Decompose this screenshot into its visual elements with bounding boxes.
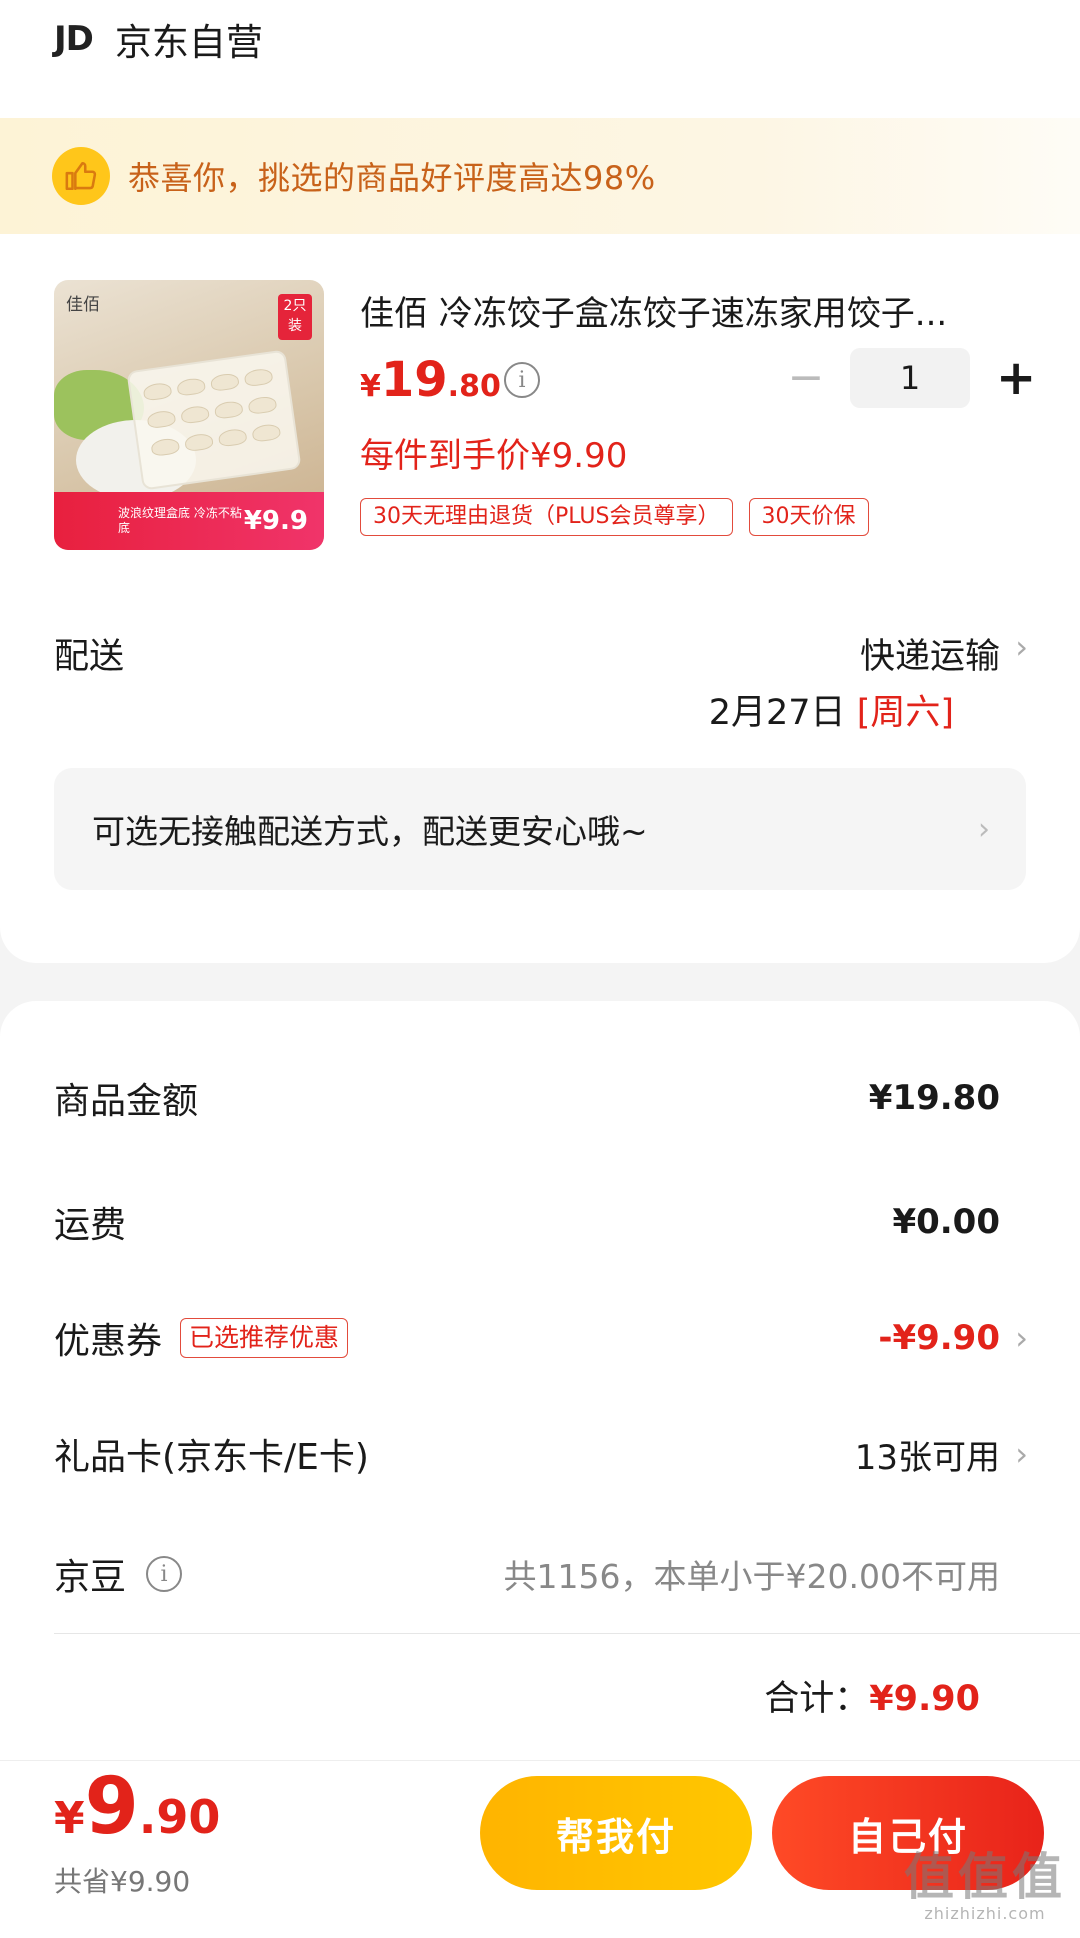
shipping-fee-label: 运费 — [54, 1205, 127, 1246]
checkout-price-symbol: ¥ — [54, 1793, 85, 1844]
jd-bean-info-icon[interactable]: i — [146, 1556, 183, 1592]
product-image-brand: 佳佰 — [66, 295, 100, 315]
delivery-date-text: 2月27日 — [708, 693, 846, 733]
checkout-price-decimal: .90 — [138, 1790, 221, 1844]
site-watermark: 值值值 zhizhizhi.com — [904, 1850, 1066, 1923]
rating-banner-text: 恭喜你，挑选的商品好评度高达98% — [128, 159, 656, 197]
goods-amount-value: ¥19.80 — [868, 1078, 1000, 1118]
order-item-card: JD 京东自营 恭喜你，挑选的商品好评度高达98% 佳佰 2只装 波浪纹理盒底 … — [0, 0, 1080, 963]
quantity-plus-button[interactable]: + — [996, 354, 1036, 402]
coupon-chevron-icon: › — [1015, 1319, 1028, 1357]
product-price: ¥ 19 .80 — [360, 352, 501, 408]
jd-bean-label-wrap: 京豆 i — [54, 1548, 183, 1600]
delivery-method[interactable]: 快递运输 — [860, 628, 1000, 679]
contactless-delivery-text: 可选无接触配送方式，配送更安心哦~ — [92, 812, 648, 851]
delivery-date[interactable]: 2月27日 [周六] — [709, 684, 954, 735]
shipping-fee-value: ¥0.00 — [892, 1202, 1000, 1242]
delivery-weekday: [周六] — [856, 693, 954, 733]
product-image-promo-price: ¥9.9 — [243, 506, 308, 536]
watermark-logo: 值值值 — [904, 1848, 1066, 1906]
watermark-url: zhizhizhi.com — [924, 1904, 1046, 1923]
product-image[interactable]: 佳佰 2只装 波浪纹理盒底 冷冻不粘底 ¥9.9 — [54, 280, 324, 550]
service-tag-price-protect: 30天价保 — [748, 498, 869, 536]
price-integer: 19 — [380, 352, 448, 408]
delivery-chevron-icon[interactable]: › — [1015, 628, 1028, 666]
thumbs-up-icon — [52, 147, 110, 205]
total-label: 合计： — [764, 1679, 870, 1719]
goods-amount-label: 商品金额 — [54, 1081, 199, 1122]
contactless-chevron-icon: › — [978, 811, 990, 847]
jd-logo: JD — [54, 19, 94, 59]
checkout-price: ¥ 9 .90 — [54, 1762, 220, 1852]
product-title[interactable]: 佳佰 冷冻饺子盒冻饺子速冻家用饺子... — [360, 286, 1020, 335]
jd-bean-value: 共1156，本单小于¥20.00不可用 — [503, 1557, 1000, 1596]
coupon-label: 优惠券 — [54, 1321, 163, 1362]
goods-amount-row: 商品金额 ¥19.80 — [54, 1072, 1000, 1124]
checkout-price-integer: 9 — [84, 1762, 139, 1852]
coupon-label-wrap: 优惠券 已选推荐优惠 — [54, 1312, 349, 1364]
price-info-icon[interactable]: i — [504, 362, 540, 398]
summary-divider — [54, 1633, 1080, 1634]
contactless-delivery-option[interactable]: 可选无接触配送方式，配送更安心哦~ › — [54, 768, 1026, 890]
gift-card-value: 13张可用 — [854, 1437, 1000, 1478]
unit-final-price: 每件到手价¥9.90 — [360, 436, 628, 476]
gift-card-chevron-icon: › — [1015, 1435, 1028, 1473]
total-value: ¥9.90 — [869, 1679, 980, 1719]
rating-banner: 恭喜你，挑选的商品好评度高达98% — [0, 118, 1080, 234]
service-tags: 30天无理由退货（PLUS会员尊享） 30天价保 — [360, 498, 885, 536]
shop-header[interactable]: JD 京东自营 — [54, 14, 263, 64]
coupon-value: -¥9.90 — [878, 1318, 1000, 1358]
coupon-row[interactable]: 优惠券 已选推荐优惠 -¥9.90 › — [54, 1312, 1028, 1364]
quantity-minus-button[interactable]: − — [786, 356, 826, 400]
price-symbol: ¥ — [360, 369, 381, 404]
price-decimal: .80 — [447, 369, 501, 404]
delivery-label: 配送 — [54, 637, 125, 677]
product-image-promo-strip: 波浪纹理盒底 冷冻不粘底 ¥9.9 — [54, 492, 324, 550]
jd-bean-label: 京豆 — [54, 1557, 127, 1598]
gift-card-row[interactable]: 礼品卡(京东卡/E卡) 13张可用 › — [54, 1428, 1028, 1480]
quantity-stepper: − 1 + — [786, 348, 1036, 408]
total-row: 合计： ¥9.90 — [764, 1670, 980, 1721]
product-image-promo-text: 波浪纹理盒底 冷冻不粘底 — [118, 506, 242, 535]
help-pay-button[interactable]: 帮我付 — [480, 1776, 752, 1890]
jd-bean-row: 京豆 i 共1156，本单小于¥20.00不可用 — [54, 1548, 1000, 1600]
gift-card-label: 礼品卡(京东卡/E卡) — [54, 1437, 369, 1478]
shop-name: 京东自营 — [114, 21, 263, 64]
product-image-badge: 2只装 — [278, 294, 312, 340]
service-tag-return: 30天无理由退货（PLUS会员尊享） — [360, 498, 733, 536]
saved-amount: 共省¥9.90 — [54, 1865, 191, 1898]
dumpling-box-shape — [126, 349, 302, 491]
coupon-selected-tag: 已选推荐优惠 — [180, 1318, 349, 1358]
quantity-input[interactable]: 1 — [850, 348, 970, 408]
shipping-fee-row: 运费 ¥0.00 — [54, 1196, 1000, 1248]
